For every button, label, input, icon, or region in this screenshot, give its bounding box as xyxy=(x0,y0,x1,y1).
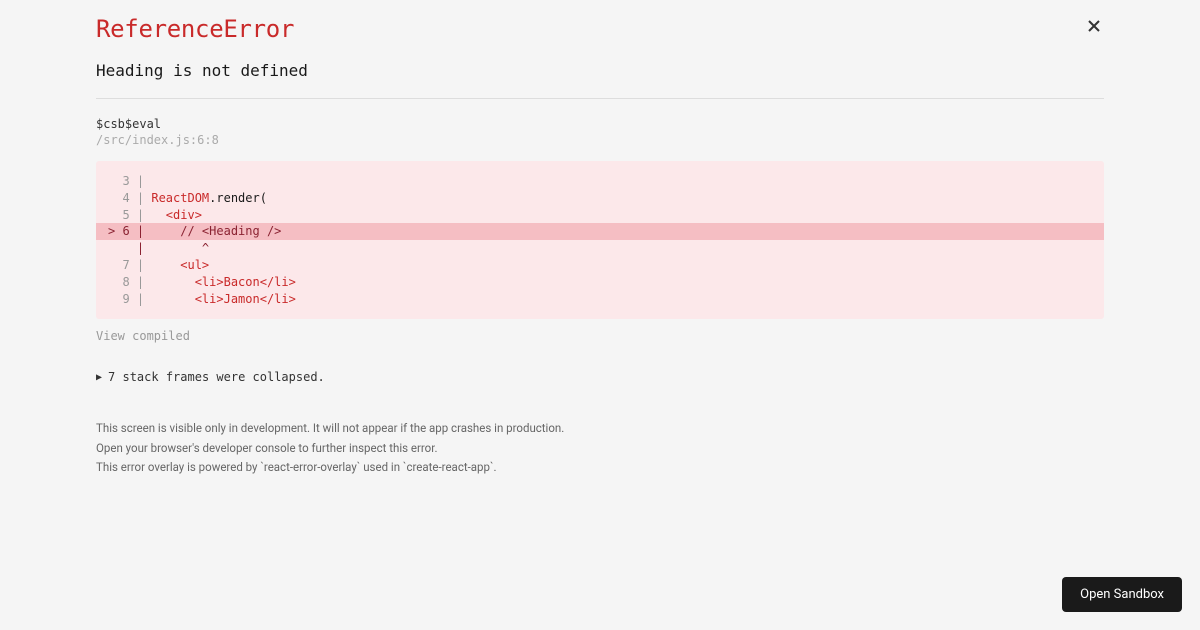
collapsed-frames-toggle[interactable]: ▶ 7 stack frames were collapsed. xyxy=(96,370,1104,384)
code-line-9: 9 | <li>Jamon</li> xyxy=(96,291,1104,308)
code-caret: | ^ xyxy=(96,240,1104,257)
footer-line-3: This error overlay is powered by `react-… xyxy=(96,459,1104,476)
code-line-4: 4 | ReactDOM.render( xyxy=(96,190,1104,207)
code-line-3: 3 | xyxy=(108,174,151,188)
close-icon xyxy=(1088,19,1100,36)
stack-function: $csb$eval xyxy=(96,117,1104,131)
expand-arrow-icon: ▶ xyxy=(96,372,102,383)
collapsed-frames-label: 7 stack frames were collapsed. xyxy=(108,370,325,384)
divider xyxy=(96,98,1104,99)
stack-location: /src/index.js:6:8 xyxy=(96,133,1104,147)
stack-entry: $csb$eval /src/index.js:6:8 xyxy=(96,117,1104,147)
error-message: Heading is not defined xyxy=(96,61,1104,80)
footer-notes: This screen is visible only in developme… xyxy=(96,420,1104,476)
code-block: 3 | 4 | ReactDOM.render( 5 | <div>> 6 | … xyxy=(96,161,1104,319)
error-type: ReferenceError xyxy=(96,15,294,43)
code-line-7: 7 | <ul> xyxy=(96,257,1104,274)
close-button[interactable] xyxy=(1084,15,1104,41)
footer-line-2: Open your browser's developer console to… xyxy=(96,440,1104,457)
code-line-5: 5 | <div> xyxy=(96,207,1104,224)
code-line-6-error: > 6 | // <Heading /> xyxy=(96,223,1104,240)
view-compiled-link[interactable]: View compiled xyxy=(96,329,190,343)
footer-line-1: This screen is visible only in developme… xyxy=(96,420,1104,437)
code-line-8: 8 | <li>Bacon</li> xyxy=(96,274,1104,291)
open-sandbox-button[interactable]: Open Sandbox xyxy=(1062,577,1182,612)
